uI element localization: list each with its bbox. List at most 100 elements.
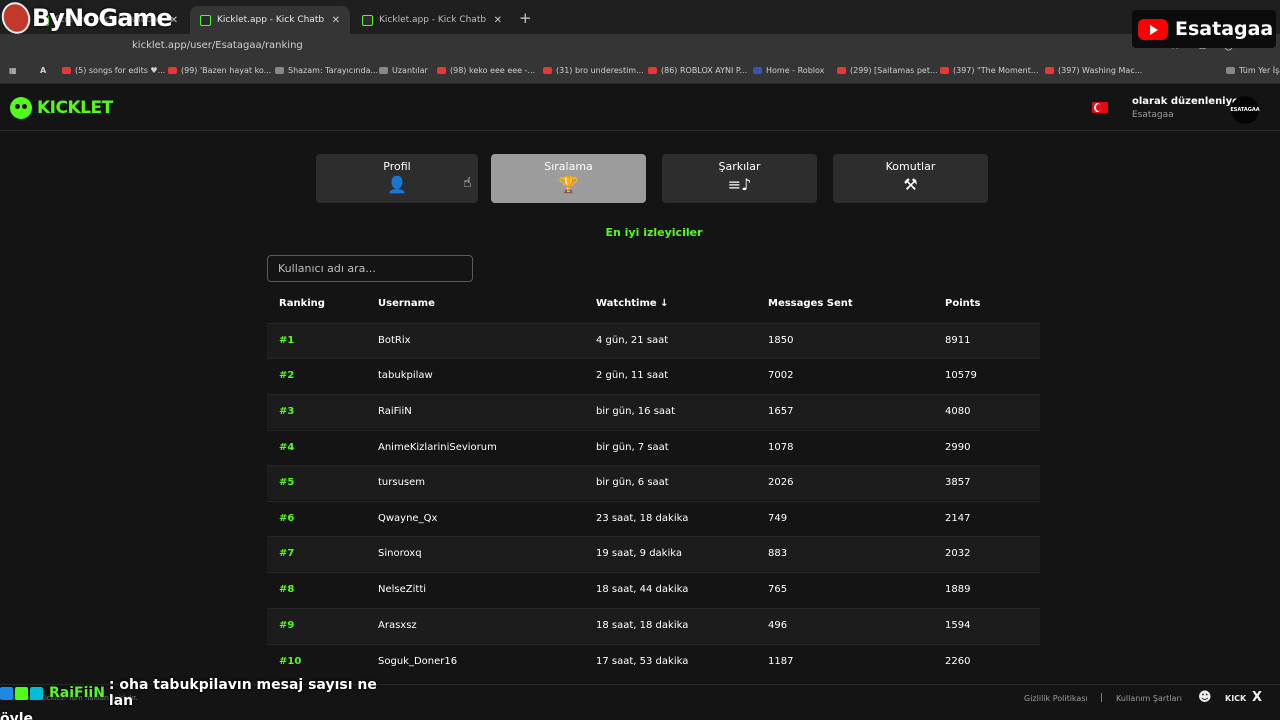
watchtime-value: 18 saat, 44 dakika	[596, 584, 689, 595]
new-tab-icon[interactable]: +	[519, 9, 532, 27]
rank-value: #8	[279, 584, 295, 595]
points-value: 2260	[945, 656, 971, 667]
youtube-icon	[1045, 67, 1054, 74]
subscriber-badge-icon	[0, 686, 13, 700]
tab-siralama[interactable]: Sıralama 🏆	[491, 154, 646, 203]
watchtime-value: 2 gün, 11 saat	[596, 370, 669, 381]
table-row: #6 Qwayne_Qx 23 saat, 18 dakika 749 2147	[267, 501, 1040, 536]
chat-message: RaiFiiN : oha tabukpilavın mesaj sayısı …	[0, 677, 380, 709]
bookmark-item[interactable]: (299) [Saitamas pet...	[837, 66, 938, 75]
username-value: Soguk_Doner16	[378, 656, 458, 667]
points-value: 2147	[945, 513, 971, 524]
app-header: KICKLET olarak düzenleniyor Esatagaa	[0, 85, 1280, 131]
username-value: RaiFiiN	[378, 406, 412, 417]
col-points[interactable]: Points	[945, 298, 980, 309]
screen: Stream - Kick Dashboard ✕ Kicklet.app - …	[0, 0, 1280, 720]
chat-text-continuation: öyle	[0, 711, 34, 720]
kicklet-favicon-icon	[200, 14, 211, 26]
search-input[interactable]	[267, 255, 473, 282]
browser-tab[interactable]: Kicklet.app - Kick Chatbot and Stream To…	[352, 6, 512, 34]
terms-link[interactable]: Kullanım Şartları	[1116, 694, 1182, 703]
rank-value: #7	[279, 548, 295, 559]
tab-sarkilar[interactable]: Şarkılar ≡♪	[662, 154, 817, 203]
messages-value: 1078	[768, 442, 794, 453]
watchtime-value: bir gün, 6 saat	[596, 477, 669, 488]
rank-value: #2	[279, 370, 295, 381]
bookmark-item[interactable]: (86) ROBLOX AYNI P...	[648, 66, 747, 75]
youtube-icon	[62, 67, 71, 74]
col-ranking[interactable]: Ranking	[279, 298, 325, 309]
privacy-link[interactable]: Gizlilik Politikası	[1024, 694, 1088, 703]
bookmark-item[interactable]: (397) Washing Mac...	[1045, 66, 1142, 75]
messages-value: 1187	[768, 656, 794, 667]
col-messages[interactable]: Messages Sent	[768, 298, 853, 309]
tab-label: Komutlar	[885, 160, 936, 173]
points-value: 10579	[945, 370, 977, 381]
points-value: 1889	[945, 584, 971, 595]
all-bookmarks[interactable]: Tüm Yer İşa	[1226, 66, 1280, 75]
youtube-icon	[940, 67, 949, 74]
watchtime-value: 19 saat, 9 dakika	[596, 548, 682, 559]
bookmark-item[interactable]: (31) bro underestim...	[543, 66, 644, 75]
watermark-logo: ByNoGame	[0, 0, 173, 36]
table-row: #5 tursusem bir gün, 6 saat 2026 3857	[267, 465, 1040, 500]
chat-overlay: RaiFiiN : oha tabukpilavın mesaj sayısı …	[0, 677, 380, 720]
username: Esatagaa	[1132, 110, 1174, 120]
user-info[interactable]: olarak düzenleniyor Esatagaa	[1132, 96, 1244, 120]
trophy-icon: 🏆	[558, 175, 579, 194]
points-value: 2032	[945, 548, 971, 559]
rank-value: #6	[279, 513, 295, 524]
messages-value: 496	[768, 620, 788, 631]
bookmark-item[interactable]: (98) keko eee eee -...	[437, 66, 535, 75]
watermark-text: ByNoGame	[32, 4, 173, 32]
tab-profil[interactable]: Profil 👤	[316, 154, 478, 203]
kicklet-logo[interactable]: KICKLET	[10, 97, 113, 119]
watchtime-value: 4 gün, 21 saat	[596, 335, 669, 346]
points-value: 4080	[945, 406, 971, 417]
bookmark-item[interactable]: Home - Roblox	[753, 66, 824, 75]
tab-label: Şarkılar	[718, 160, 761, 173]
points-value: 8911	[945, 335, 971, 346]
youtube-icon	[1138, 18, 1168, 40]
bookmark-item[interactable]: Shazam: Tarayıcında...	[275, 66, 378, 75]
bookmark-item[interactable]: (397) "The Moment...	[940, 66, 1039, 75]
username-value: tabukpilaw	[378, 370, 433, 381]
youtube-icon	[543, 67, 552, 74]
table-header: Ranking Username Watchtime ↓ Messages Se…	[267, 287, 1040, 323]
close-tab-icon[interactable]: ✕	[494, 15, 502, 26]
col-watchtime[interactable]: Watchtime ↓	[596, 298, 669, 309]
close-tab-icon[interactable]: ✕	[332, 15, 340, 26]
footer-separator: |	[1100, 693, 1104, 703]
rank-value: #3	[279, 406, 295, 417]
bookmark-item[interactable]: (5) songs for edits ♥...	[62, 66, 165, 75]
tab-komutlar[interactable]: Komutlar ⚒	[833, 154, 988, 203]
user-icon: 👤	[387, 175, 407, 194]
chat-badges	[0, 686, 45, 700]
rank-value: #9	[279, 620, 295, 631]
avatar[interactable]: ESATAGAA	[1230, 96, 1260, 124]
url-field[interactable]: kicklet.app/user/Esatagaa/ranking	[132, 40, 303, 51]
rank-value: #5	[279, 477, 295, 488]
tools-icon: ⚒	[903, 175, 918, 194]
col-username[interactable]: Username	[378, 298, 435, 309]
sparkle-badge-icon	[15, 686, 28, 700]
x-icon[interactable]: X	[1252, 690, 1262, 705]
discord-icon[interactable]: ☻	[1198, 690, 1212, 705]
username-value: BotRix	[378, 335, 411, 346]
bookmark-item[interactable]: Uzantılar	[379, 66, 428, 75]
messages-value: 7002	[768, 370, 794, 381]
editing-status: olarak düzenleniyor	[1132, 96, 1244, 107]
tab-title: Kicklet.app - Kick Chatbot and Stream To…	[217, 15, 324, 25]
browser-tab-active[interactable]: Kicklet.app - Kick Chatbot and Stream To…	[190, 6, 350, 34]
bookmark-item[interactable]: (99) 'Bazen hayat ko...	[168, 66, 271, 75]
bookmark-a-icon[interactable]: A	[40, 66, 46, 75]
apps-grid-icon[interactable]: ▦	[9, 66, 17, 75]
kick-icon[interactable]: KICK	[1225, 694, 1246, 703]
points-value: 2990	[945, 442, 971, 453]
table-row: #8 NelseZitti 18 saat, 44 dakika 765 188…	[267, 572, 1040, 607]
points-value: 1594	[945, 620, 971, 631]
messages-value: 2026	[768, 477, 794, 488]
turkish-flag-icon[interactable]	[1092, 102, 1108, 113]
messages-value: 1850	[768, 335, 794, 346]
youtube-channel-badge: Esatagaa	[1132, 10, 1276, 48]
